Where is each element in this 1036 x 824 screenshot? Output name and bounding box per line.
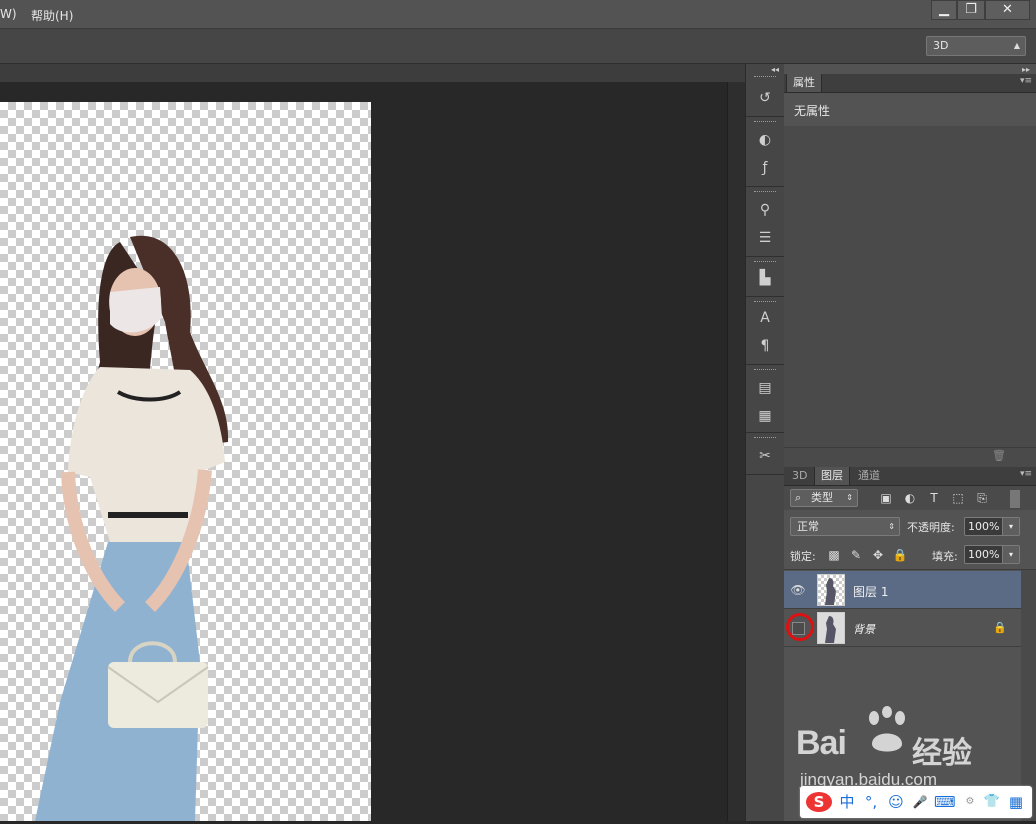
minimize-button[interactable]: ▁ bbox=[931, 0, 957, 20]
lock-transparent-icon[interactable]: ▩ bbox=[826, 547, 842, 563]
chevron-down-icon[interactable]: ▾ bbox=[1002, 546, 1019, 563]
lock-pixels-icon[interactable]: ✎ bbox=[848, 547, 864, 563]
opacity-input[interactable]: 100% ▾ bbox=[964, 517, 1020, 536]
select-arrows-icon: ▲ bbox=[1013, 41, 1020, 50]
layers-tab-bar: 3D 图层 通道 ▾≡ bbox=[784, 467, 1036, 486]
watermark-brand: Bai bbox=[796, 724, 847, 762]
search-icon: ⌕ bbox=[795, 491, 802, 504]
layer-row-background[interactable]: 背景 🔒 bbox=[784, 609, 1021, 647]
shape-filter-icon[interactable]: ⬚ bbox=[950, 490, 966, 506]
notes-icon[interactable]: ▤ bbox=[754, 378, 776, 398]
expand-panels-icon[interactable]: ▸▸ bbox=[1022, 65, 1030, 74]
punctuation-button[interactable]: °, bbox=[862, 792, 880, 812]
skin-icon[interactable]: ⚙ bbox=[960, 792, 980, 812]
close-button[interactable]: ✕ bbox=[985, 0, 1030, 20]
select-arrows-icon: ⇕ bbox=[888, 522, 895, 531]
info-icon[interactable]: ▦ bbox=[754, 406, 776, 426]
opacity-value: 100% bbox=[968, 520, 1000, 533]
layer-filter-select[interactable]: ⌕ 类型 ⇕ bbox=[790, 489, 858, 507]
paragraph-icon[interactable]: ¶ bbox=[754, 336, 776, 356]
select-arrows-icon: ⇕ bbox=[846, 493, 853, 502]
chinese-mode-button[interactable]: 中 bbox=[838, 792, 856, 812]
fill-value: 100% bbox=[968, 548, 1000, 561]
eye-icon[interactable]: 👁 bbox=[788, 580, 808, 600]
blend-mode-select[interactable]: 正常 ⇕ bbox=[790, 517, 900, 536]
adjustments-icon[interactable]: ☰ bbox=[754, 228, 776, 248]
lock-position-icon[interactable]: ✥ bbox=[870, 547, 886, 563]
layer-row-1[interactable]: 👁 图层 1 bbox=[784, 571, 1021, 609]
history-icon[interactable]: ↺ bbox=[754, 88, 776, 108]
layer-thumbnail bbox=[817, 574, 845, 606]
options-bar bbox=[0, 29, 1036, 64]
smart-object-filter-icon[interactable]: ⎘ bbox=[974, 490, 990, 506]
properties-tab-bar: 属性 ▾≡ bbox=[784, 74, 1036, 93]
shirt-icon[interactable]: 👕 bbox=[982, 792, 1002, 812]
keyboard-icon[interactable]: ⌨ bbox=[934, 792, 956, 812]
grip[interactable] bbox=[754, 191, 776, 195]
workspace-select[interactable]: 3D ▲ bbox=[926, 36, 1026, 56]
panel-icon-strip: ◂◂ ↺ ◐ ƒ ⚲ ☰ ▙ A ¶ ▤ ▦ ✂ bbox=[745, 64, 785, 821]
highlight-ring bbox=[786, 613, 814, 641]
type-filter-icon[interactable]: T bbox=[926, 490, 942, 506]
paw-icon bbox=[869, 706, 905, 752]
styles-icon[interactable]: ƒ bbox=[754, 158, 776, 178]
tools-preset-icon[interactable]: ✂ bbox=[754, 446, 776, 466]
layer-thumbnail bbox=[817, 612, 845, 644]
layer-filter-value: 类型 bbox=[811, 491, 833, 504]
chevron-down-icon[interactable]: ▾ bbox=[1002, 518, 1019, 535]
canvas-vertical-scrollbar[interactable] bbox=[727, 82, 746, 821]
document-canvas[interactable] bbox=[0, 102, 371, 821]
panel-menu-icon[interactable]: ▾≡ bbox=[1020, 469, 1032, 479]
character-icon[interactable]: A bbox=[754, 308, 776, 328]
workspace-select-value: 3D bbox=[933, 39, 949, 52]
opacity-label: 不透明度: bbox=[907, 521, 955, 534]
layers-scrollbar[interactable] bbox=[1021, 570, 1036, 821]
tab-layers[interactable]: 图层 bbox=[814, 467, 850, 485]
filter-toggle[interactable] bbox=[1010, 490, 1020, 508]
restore-button[interactable]: ❐ bbox=[957, 0, 985, 20]
panel-menu-icon[interactable]: ▾≡ bbox=[1020, 76, 1032, 86]
menu-help[interactable]: 帮助(H) bbox=[31, 7, 73, 24]
trash-icon[interactable]: 🗑 bbox=[992, 449, 1006, 462]
color-icon[interactable]: ◐ bbox=[754, 130, 776, 150]
no-properties-text: 无属性 bbox=[794, 104, 831, 118]
properties-footer: 🗑 bbox=[784, 447, 1036, 466]
fill-input[interactable]: 100% ▾ bbox=[964, 545, 1020, 564]
blend-mode-value: 正常 bbox=[797, 520, 819, 533]
watermark-brand-cn: 经验 bbox=[912, 736, 972, 771]
grip[interactable] bbox=[754, 437, 776, 441]
grip[interactable] bbox=[754, 76, 776, 80]
tab-channels[interactable]: 通道 bbox=[852, 467, 886, 485]
menu-window[interactable]: W) bbox=[0, 7, 17, 21]
ime-toolbar: S 中 °, ☺ 🎤 ⌨ ⚙ 👕 ▦ bbox=[800, 786, 1032, 818]
baidu-watermark: Bai 经验 jingyan.baidu.com bbox=[796, 706, 1016, 796]
grip[interactable] bbox=[754, 121, 776, 125]
lock-all-icon[interactable]: 🔒 bbox=[892, 547, 908, 563]
lock-label: 锁定: bbox=[790, 550, 816, 563]
adjustment-filter-icon[interactable]: ◐ bbox=[902, 490, 918, 506]
tab-properties[interactable]: 属性 bbox=[786, 74, 822, 92]
canvas-area[interactable] bbox=[0, 82, 727, 821]
lock-icon: 🔒 bbox=[993, 621, 1007, 634]
grip[interactable] bbox=[754, 369, 776, 373]
document-tab-strip bbox=[0, 64, 745, 83]
toolbox-icon[interactable]: ▦ bbox=[1006, 792, 1026, 812]
grip[interactable] bbox=[754, 301, 776, 305]
microphone-icon[interactable]: 🎤 bbox=[910, 792, 930, 812]
cutout-person-image bbox=[35, 235, 229, 821]
brush-icon[interactable]: ⚲ bbox=[754, 200, 776, 220]
clone-source-icon[interactable]: ▙ bbox=[754, 268, 776, 288]
layer-name[interactable]: 图层 1 bbox=[853, 583, 888, 600]
fill-label: 填充: bbox=[932, 550, 958, 563]
grip[interactable] bbox=[754, 261, 776, 265]
tab-3d[interactable]: 3D bbox=[786, 467, 813, 485]
pixel-filter-icon[interactable]: ▣ bbox=[878, 490, 894, 506]
sogou-logo-icon[interactable]: S bbox=[806, 792, 832, 812]
collapse-strip-icon[interactable]: ◂◂ bbox=[771, 65, 779, 74]
layer-name[interactable]: 背景 bbox=[853, 621, 875, 637]
menu-bar: W) 帮助(H) ▁ ❐ ✕ bbox=[0, 0, 1036, 29]
emoji-icon[interactable]: ☺ bbox=[886, 792, 906, 812]
